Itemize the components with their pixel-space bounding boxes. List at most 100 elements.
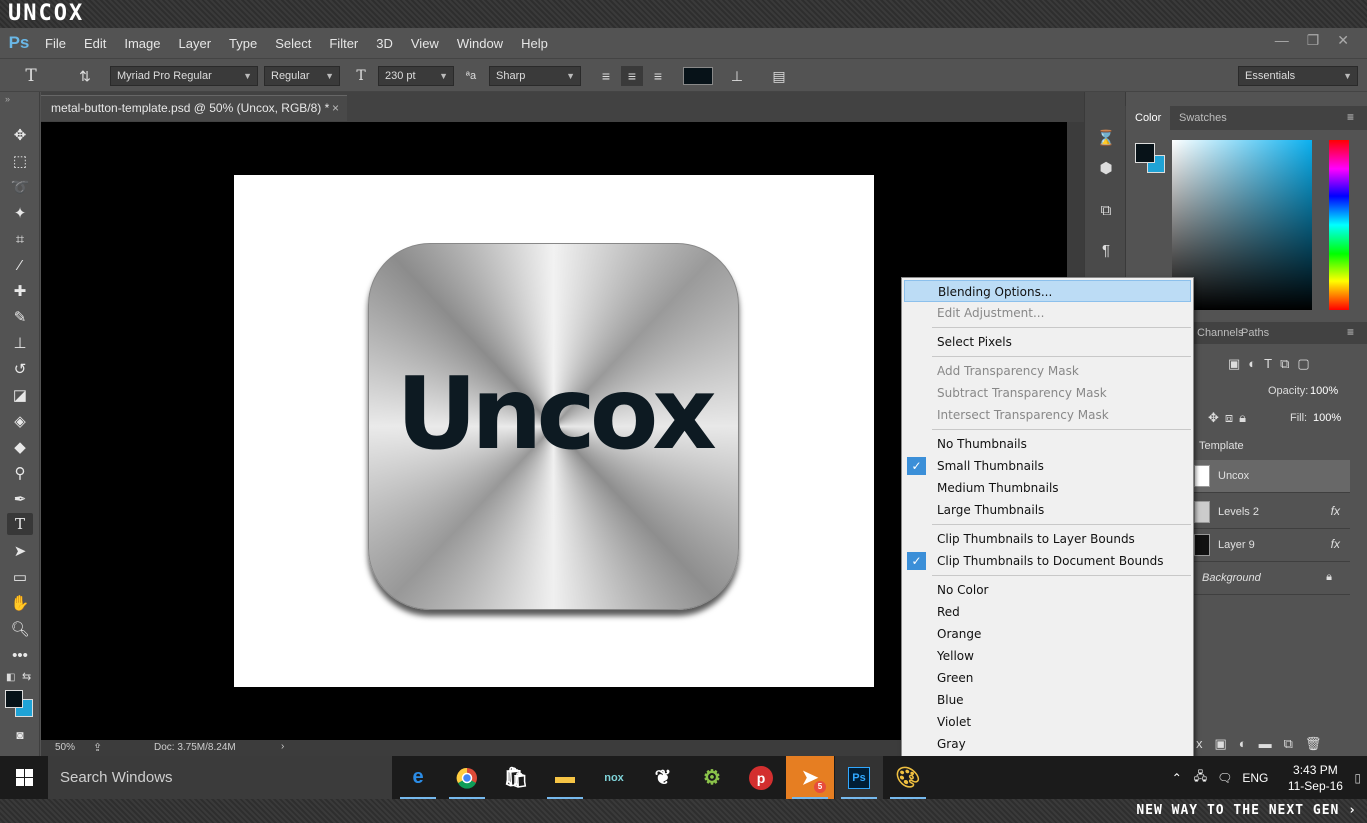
dodge-tool-icon[interactable]: ⚲ bbox=[7, 462, 33, 484]
quick-mask-icon[interactable]: ◙ bbox=[7, 724, 33, 746]
eraser-tool-icon[interactable]: ◪ bbox=[7, 384, 33, 406]
status-menu-arrow-icon[interactable]: › bbox=[281, 741, 284, 752]
font-family-select[interactable]: Myriad Pro Regular ▼ bbox=[110, 66, 258, 86]
tab-swatches[interactable]: Swatches bbox=[1170, 106, 1236, 130]
character-panel-icon[interactable]: ▤ bbox=[768, 66, 790, 86]
menu-3d[interactable]: 3D bbox=[367, 36, 402, 51]
context-menu-item[interactable]: Red bbox=[904, 601, 1191, 623]
toggle-text-orientation-icon[interactable]: ⇅ bbox=[74, 66, 96, 86]
collapse-toolbar-icon[interactable]: » bbox=[5, 94, 10, 104]
paint-icon[interactable]: 🎨︎ bbox=[884, 756, 932, 799]
context-menu-item[interactable]: Green bbox=[904, 667, 1191, 689]
share-icon[interactable]: ⇪ bbox=[93, 741, 102, 754]
chrome-icon[interactable] bbox=[443, 756, 491, 799]
context-menu-item[interactable]: Yellow bbox=[904, 645, 1191, 667]
history-panel-icon[interactable]: ⌛ bbox=[1094, 126, 1118, 150]
layer-row[interactable]: Levels 2 fx bbox=[1192, 496, 1350, 529]
move-tool-icon[interactable]: ✥ bbox=[7, 124, 33, 146]
network-icon[interactable]: 🖧 bbox=[1194, 767, 1207, 788]
panel-menu-icon[interactable]: ≡ bbox=[1347, 110, 1354, 124]
panel-foreground-color[interactable] bbox=[1135, 143, 1155, 163]
context-menu-item[interactable]: Select Pixels bbox=[904, 331, 1191, 353]
layer-group-name[interactable]: Template bbox=[1199, 440, 1244, 452]
context-menu-item[interactable]: No Thumbnails bbox=[904, 433, 1191, 455]
magic-wand-tool-icon[interactable]: ✦ bbox=[7, 202, 33, 224]
store-icon[interactable]: 🛍︎ bbox=[492, 756, 540, 799]
menu-view[interactable]: View bbox=[402, 36, 448, 51]
type-tool-preset-icon[interactable]: T bbox=[20, 66, 42, 86]
document-tab[interactable]: metal-button-template.psd @ 50% (Uncox, … bbox=[41, 95, 347, 121]
menu-layer[interactable]: Layer bbox=[170, 36, 221, 51]
close-tab-icon[interactable]: × bbox=[332, 96, 339, 120]
language-indicator[interactable]: ENG bbox=[1242, 771, 1268, 785]
align-center-icon[interactable]: ≡ bbox=[621, 66, 643, 86]
history-brush-tool-icon[interactable]: ↺ bbox=[7, 358, 33, 380]
pocket-icon[interactable]: p bbox=[737, 756, 785, 799]
marquee-tool-icon[interactable]: ⬚ bbox=[7, 150, 33, 172]
clock[interactable]: 3:43 PM 11-Sep-16 bbox=[1280, 762, 1350, 794]
stamp-tool-icon[interactable]: ⊥ bbox=[7, 332, 33, 354]
photoshop-taskbar-icon[interactable]: Ps bbox=[835, 756, 883, 799]
crop-tool-icon[interactable]: ⌗ bbox=[7, 228, 33, 250]
font-style-select[interactable]: Regular ▼ bbox=[264, 66, 340, 86]
transform-panel-icon[interactable]: ⧉ bbox=[1094, 198, 1118, 222]
3d-panel-icon[interactable]: ⬢ bbox=[1094, 156, 1118, 180]
healing-brush-tool-icon[interactable]: ✚ bbox=[7, 280, 33, 302]
context-menu-item[interactable]: Clip Thumbnails to Layer Bounds bbox=[904, 528, 1191, 550]
restore-button[interactable]: ❐ bbox=[1307, 32, 1320, 49]
lock-icons[interactable]: ✥⧈🔒︎ bbox=[1208, 410, 1252, 426]
menu-edit[interactable]: Edit bbox=[75, 36, 115, 51]
antialias-select[interactable]: Sharp ▼ bbox=[489, 66, 581, 86]
show-hidden-icons-icon[interactable]: ⌃ bbox=[1172, 771, 1182, 785]
context-menu-item[interactable]: ✓ Small Thumbnails bbox=[904, 455, 1191, 477]
font-size-select[interactable]: 230 pt ▼ bbox=[378, 66, 454, 86]
type-tool-icon[interactable]: T bbox=[7, 513, 33, 535]
paint-bucket-tool-icon[interactable]: ◈ bbox=[7, 410, 33, 432]
layers-panel-menu-icon[interactable]: ≡ bbox=[1347, 325, 1354, 339]
context-menu-item[interactable]: Blending Options... bbox=[904, 280, 1191, 302]
align-left-icon[interactable]: ≡ bbox=[595, 66, 617, 86]
context-menu-item[interactable]: Violet bbox=[904, 711, 1191, 733]
context-menu-item[interactable]: No Color bbox=[904, 579, 1191, 601]
layer-row[interactable]: Background 🔒︎ bbox=[1192, 562, 1350, 595]
layer-effects-icon[interactable]: fx bbox=[1331, 537, 1340, 551]
context-menu-item[interactable]: Medium Thumbnails bbox=[904, 477, 1191, 499]
zoom-tool-icon[interactable]: 🔍︎ bbox=[7, 618, 33, 640]
menu-file[interactable]: File bbox=[36, 36, 75, 51]
file-explorer-icon[interactable]: ▬ bbox=[541, 756, 589, 799]
layer-row[interactable]: Uncox bbox=[1192, 460, 1350, 493]
minimize-button[interactable]: — bbox=[1275, 32, 1289, 49]
more-tools-icon[interactable]: ••• bbox=[7, 644, 33, 666]
layer-effects-icon[interactable]: fx bbox=[1331, 504, 1340, 518]
lasso-tool-icon[interactable]: ➰ bbox=[7, 176, 33, 198]
context-menu-item[interactable]: Gray bbox=[904, 733, 1191, 755]
close-button[interactable]: ✕ bbox=[1337, 32, 1349, 49]
fill-value[interactable]: 100% bbox=[1313, 412, 1341, 424]
dolphin-icon[interactable]: ❦ bbox=[639, 756, 687, 799]
menu-help[interactable]: Help bbox=[512, 36, 557, 51]
action-center-icon[interactable]: ▯ bbox=[1354, 771, 1361, 785]
context-menu-item[interactable]: Orange bbox=[904, 623, 1191, 645]
opacity-value[interactable]: 100% bbox=[1310, 385, 1338, 397]
menu-window[interactable]: Window bbox=[448, 36, 512, 51]
context-menu-item[interactable]: Large Thumbnails bbox=[904, 499, 1191, 521]
taskbar-search[interactable]: Search Windows bbox=[48, 756, 392, 799]
blur-tool-icon[interactable]: ◆ bbox=[7, 436, 33, 458]
menu-select[interactable]: Select bbox=[266, 36, 320, 51]
menu-type[interactable]: Type bbox=[220, 36, 266, 51]
rectangle-tool-icon[interactable]: ▭ bbox=[7, 566, 33, 588]
text-color-swatch[interactable] bbox=[683, 67, 713, 85]
swap-colors-icon[interactable]: ⇆ bbox=[22, 670, 31, 683]
layers-footer-icons[interactable]: x▣◐▬⧉🗑︎ bbox=[1196, 736, 1333, 752]
warp-text-icon[interactable]: ⊥ bbox=[726, 66, 748, 86]
telegram-icon[interactable]: ➤ 5 bbox=[786, 756, 834, 799]
paragraph-panel-icon[interactable]: ¶ bbox=[1094, 238, 1118, 262]
context-menu-item[interactable]: ✓ Clip Thumbnails to Document Bounds bbox=[904, 550, 1191, 572]
workspace-select[interactable]: Essentials ▼ bbox=[1238, 66, 1358, 86]
eyedropper-tool-icon[interactable]: ⁄ bbox=[7, 254, 33, 276]
context-menu-item[interactable]: Blue bbox=[904, 689, 1191, 711]
start-button[interactable] bbox=[0, 756, 48, 799]
foreground-color-swatch[interactable] bbox=[5, 690, 23, 708]
zoom-level[interactable]: 50% bbox=[55, 742, 75, 753]
layer-filter-icons[interactable]: ▣◐T⧉▢ bbox=[1228, 356, 1318, 372]
